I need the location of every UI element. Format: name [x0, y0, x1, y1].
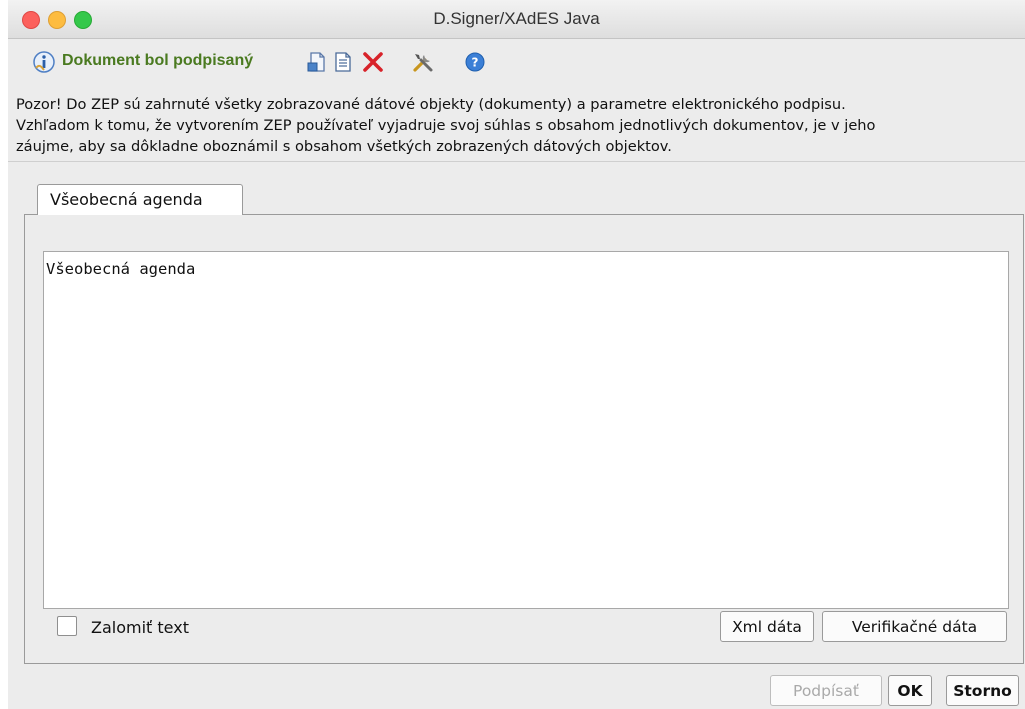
document-text-icon[interactable]	[331, 50, 355, 74]
divider	[8, 161, 1025, 162]
svg-text:?: ?	[472, 56, 479, 70]
notice-line: záujme, aby sa dôkladne oboznámil s obsa…	[16, 138, 672, 155]
document-panel: Všeobecná agenda Zalomiť text Xml dáta V…	[24, 214, 1024, 664]
info-icon	[32, 50, 56, 74]
help-icon[interactable]: ?	[463, 50, 487, 74]
xml-data-button[interactable]: Xml dáta	[720, 611, 814, 642]
title-bar[interactable]: D.Signer/XAdES Java	[8, 0, 1025, 39]
ok-button[interactable]: OK	[888, 675, 932, 706]
cancel-button[interactable]: Storno	[946, 675, 1019, 706]
signer-window: D.Signer/XAdES Java Dokument bol podpisa…	[8, 0, 1025, 709]
tab-vseobecna-agenda[interactable]: Všeobecná agenda	[37, 184, 243, 215]
toolbar: Dokument bol podpisaný ?	[8, 38, 1025, 84]
wrap-text-label: Zalomiť text	[91, 618, 189, 637]
signed-status-text: Dokument bol podpisaný	[62, 52, 254, 69]
settings-tools-icon[interactable]	[411, 50, 435, 74]
notice-line: Vzhľadom k tomu, že vytvorením ZEP použí…	[16, 117, 876, 134]
sign-button[interactable]: Podpísať	[770, 675, 882, 706]
document-export-icon[interactable]	[305, 50, 329, 74]
delete-icon[interactable]	[361, 50, 385, 74]
window-title: D.Signer/XAdES Java	[433, 9, 600, 28]
wrap-text-checkbox[interactable]	[57, 616, 77, 636]
verification-data-button[interactable]: Verifikačné dáta	[822, 611, 1007, 642]
notice-line: Pozor! Do ZEP sú zahrnuté všetky zobrazo…	[16, 96, 846, 113]
warning-notice: Pozor! Do ZEP sú zahrnuté všetky zobrazo…	[16, 94, 1016, 157]
document-content-area[interactable]: Všeobecná agenda	[43, 251, 1009, 609]
